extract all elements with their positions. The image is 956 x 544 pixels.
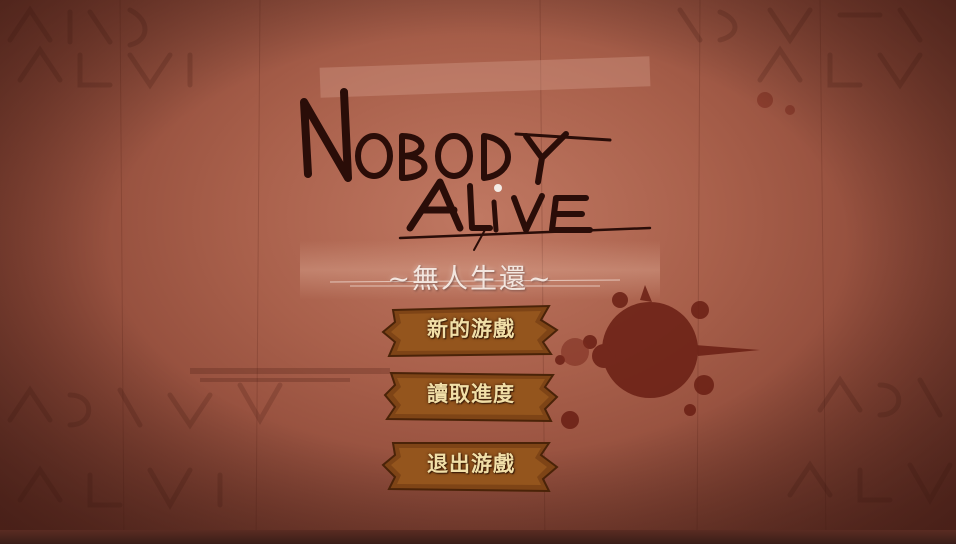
load-game-button[interactable]: 讀取進度 <box>381 367 561 425</box>
bottom-edge <box>0 530 956 544</box>
exit-game-button[interactable]: 退出游戲 <box>381 437 561 495</box>
new-game-button[interactable]: 新的游戲 <box>381 302 561 360</box>
game-logo <box>300 88 652 251</box>
load-game-label: 讀取進度 <box>427 381 515 406</box>
game-subtitle: ~無人生還~ <box>387 263 553 295</box>
exit-game-label: 退出游戲 <box>427 451 515 476</box>
title-screen: ~無人生還~ 新的游戲 讀取進度 退出游戲 <box>0 0 956 544</box>
new-game-label: 新的游戲 <box>427 316 515 341</box>
